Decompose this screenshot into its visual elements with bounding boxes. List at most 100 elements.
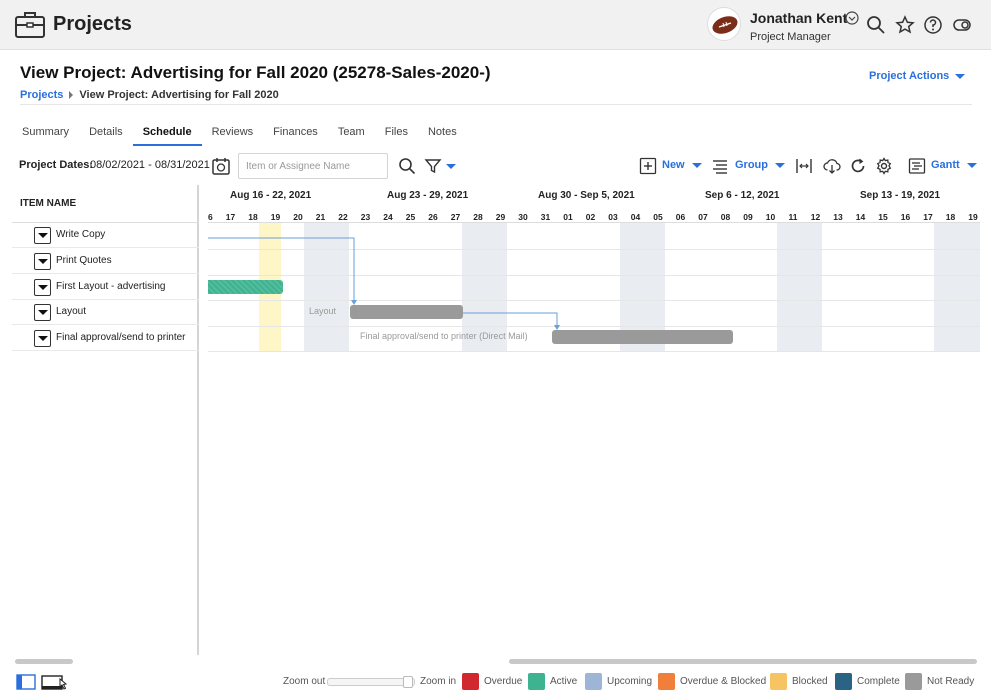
day-label: 10	[765, 212, 776, 222]
legend-swatch	[835, 673, 852, 690]
day-label: 27	[450, 212, 461, 222]
item-name-header: ITEM NAME	[20, 198, 77, 209]
filter-icon[interactable]	[424, 157, 442, 175]
legend-swatch	[658, 673, 675, 690]
gantt-bar-not-ready[interactable]	[552, 330, 733, 344]
search-icon[interactable]	[866, 15, 886, 35]
fit-width-icon[interactable]	[795, 157, 813, 175]
tab-schedule[interactable]: Schedule	[132, 124, 202, 146]
item-row[interactable]: Print Quotes	[12, 249, 199, 274]
day-label: 01	[563, 212, 573, 222]
item-list: ITEM NAME Write Copy Print Quotes First …	[12, 185, 199, 655]
app-title: Projects	[53, 13, 132, 35]
day-label: 24	[383, 212, 393, 222]
item-row[interactable]: Final approval/send to printer	[12, 326, 199, 351]
item-list-scrollbar[interactable]	[15, 659, 73, 664]
user-name[interactable]: Jonathan Kent	[750, 10, 847, 26]
dropdown-toggle-icon[interactable]	[34, 279, 51, 296]
day-label: 13	[833, 212, 843, 222]
divider	[20, 104, 972, 105]
day-label: 14	[855, 212, 866, 222]
tab-summary[interactable]: Summary	[12, 124, 79, 146]
add-icon[interactable]	[639, 157, 657, 175]
dropdown-toggle-icon[interactable]	[34, 304, 51, 321]
day-label: 17	[923, 212, 933, 222]
search-input[interactable]	[238, 153, 388, 179]
dropdown-toggle-icon[interactable]	[34, 227, 51, 244]
tab-details[interactable]: Details	[79, 124, 133, 146]
project-actions-label: Project Actions	[869, 70, 950, 82]
gantt-bar-not-ready[interactable]	[350, 305, 463, 319]
zoom-slider[interactable]	[327, 676, 415, 688]
item-label[interactable]: Write Copy	[56, 229, 105, 240]
gear-icon[interactable]	[875, 157, 893, 175]
day-label: 05	[653, 212, 663, 222]
tab-finances[interactable]: Finances	[263, 124, 328, 146]
schedule-grid: ITEM NAME Write Copy Print Quotes First …	[12, 185, 980, 655]
day-label: 17	[225, 212, 236, 222]
refresh-icon[interactable]	[849, 157, 867, 175]
item-label[interactable]: Print Quotes	[56, 255, 112, 266]
legend-item: Blocked	[770, 673, 828, 690]
day-label: 12	[810, 212, 821, 222]
day-label: 03	[608, 212, 618, 222]
day-label: 25	[405, 212, 416, 222]
chevron-down-circle-icon[interactable]	[845, 11, 859, 25]
legend-label: Complete	[857, 676, 900, 687]
day-label: 31	[540, 212, 551, 222]
gantt-view-icon[interactable]	[908, 157, 926, 175]
view-mode-label: Gantt	[931, 159, 960, 171]
day-label: 22	[338, 212, 348, 222]
football-icon	[712, 16, 738, 34]
dropdown-toggle-icon[interactable]	[34, 330, 51, 347]
toggle-icon[interactable]	[952, 15, 972, 35]
gantt-scrollbar[interactable]	[509, 659, 977, 664]
briefcase-icon[interactable]	[15, 10, 45, 38]
tab-files[interactable]: Files	[375, 124, 418, 146]
tab-notes[interactable]: Notes	[418, 124, 467, 146]
sidebar-toggle-icon[interactable]	[16, 674, 36, 690]
legend-label: Blocked	[792, 676, 828, 687]
day-label: 19	[968, 212, 978, 222]
day-label: 21	[315, 212, 326, 222]
legend-item: Overdue & Blocked	[658, 673, 766, 690]
new-button[interactable]: New	[662, 159, 702, 171]
cloud-download-icon[interactable]	[823, 157, 841, 175]
star-icon[interactable]	[895, 15, 915, 35]
breadcrumb-root-link[interactable]: Projects	[20, 89, 63, 101]
tab-team[interactable]: Team	[328, 124, 375, 146]
day-label: 19	[270, 212, 281, 222]
day-label: 16	[208, 212, 213, 222]
item-label[interactable]: Final approval/send to printer	[56, 332, 186, 343]
item-row[interactable]: Layout	[12, 300, 199, 325]
calendar-icon[interactable]	[211, 156, 231, 176]
avatar[interactable]	[707, 7, 741, 41]
caret-down-icon	[955, 73, 966, 79]
group-button[interactable]: Group	[735, 159, 785, 171]
legend-item: Upcoming	[585, 673, 652, 690]
fullscreen-toggle-icon[interactable]	[41, 674, 69, 692]
project-dates-label: Project Dates:	[19, 159, 93, 171]
tab-reviews[interactable]: Reviews	[202, 124, 264, 146]
day-label: 09	[743, 212, 753, 222]
legend-item: Complete	[835, 673, 900, 690]
gantt-bar-active[interactable]	[208, 280, 283, 294]
item-label[interactable]: First Layout - advertising	[56, 281, 166, 292]
item-row[interactable]: First Layout - advertising	[12, 275, 199, 300]
zoom-in-label[interactable]: Zoom in	[420, 676, 456, 687]
help-icon[interactable]	[923, 15, 943, 35]
item-label[interactable]: Layout	[56, 306, 86, 317]
zoom-out-label[interactable]: Zoom out	[283, 676, 325, 687]
project-actions-button[interactable]: Project Actions	[869, 70, 966, 82]
legend-item: Overdue	[462, 673, 522, 690]
item-row[interactable]: Write Copy	[12, 223, 199, 248]
zoom-slider-handle[interactable]	[403, 676, 413, 688]
dropdown-toggle-icon[interactable]	[34, 253, 51, 270]
legend-swatch	[462, 673, 479, 690]
search-icon[interactable]	[398, 157, 416, 175]
filter-caret-icon[interactable]	[446, 164, 456, 169]
gantt-chart: Aug 16 - 22, 2021 Aug 23 - 29, 2021 Aug …	[208, 185, 980, 655]
day-label: 26	[428, 212, 438, 222]
group-icon[interactable]	[711, 157, 729, 175]
view-mode-button[interactable]: Gantt	[931, 159, 977, 171]
